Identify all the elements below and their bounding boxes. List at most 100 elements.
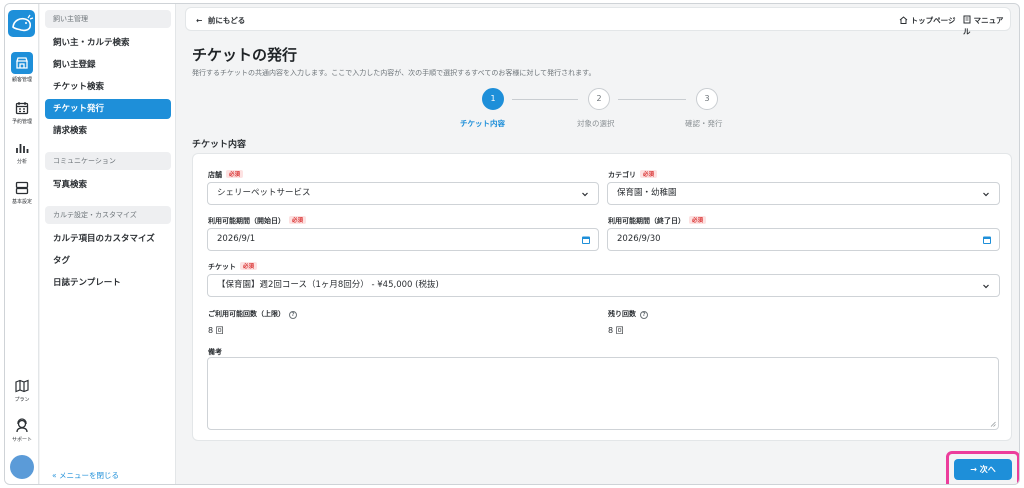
page-description: 発行するチケットの共通内容を入力します。ここで入力した内容が、次の手順で選択する…: [192, 69, 596, 77]
page-title: チケットの発行: [192, 46, 298, 64]
rail-item-support[interactable]: サポート: [5, 418, 39, 443]
resize-grip-icon[interactable]: [990, 421, 996, 427]
store-value: シェリーペットサービス: [217, 188, 311, 198]
back-label: 前にもどる: [207, 16, 246, 25]
limit-value: 8 回: [208, 326, 224, 335]
menu-section-communication: コミュニケーション: [45, 152, 171, 170]
collapse-menu-button[interactable]: « メニューを閉じる: [52, 470, 119, 481]
home-icon: [899, 16, 908, 24]
limit-label-text: ご利用可能回数（上限）: [208, 310, 285, 318]
step-3-label: 確認・発行: [685, 119, 723, 128]
book-icon: [963, 15, 971, 24]
end-date-input[interactable]: 2026/9/30: [607, 228, 1000, 251]
ticket-select[interactable]: 【保育園】週2回コース（1ヶ月8回分） - ¥45,000 (税抜): [207, 274, 1000, 297]
start-date-label: 利用可能期間（開始日） 必須: [208, 216, 307, 226]
ticket-value: 【保育園】週2回コース（1ヶ月8回分） - ¥45,000 (税抜): [217, 280, 439, 290]
start-date-input[interactable]: 2026/9/1: [207, 228, 599, 251]
menu-item-karte-customize[interactable]: カルテ項目のカスタマイズ: [45, 229, 171, 249]
rail-label: 顧客管理: [11, 77, 32, 83]
remaining-value: 8 回: [608, 326, 624, 335]
step-1-circle: 1: [482, 88, 504, 110]
top-page-label: トップページ: [910, 16, 956, 25]
ticket-label-text: チケット: [208, 263, 236, 271]
rail-label: 予約管理: [11, 119, 32, 125]
limit-label: ご利用可能回数（上限）?: [208, 309, 297, 319]
chevron-down-icon: [983, 192, 989, 197]
next-button-highlight: → 次へ: [946, 451, 1019, 484]
app-window: 顧客管理 予約管理 分析 基本設定 プラン サポート 飼い主管理 飼い主・カルテ…: [4, 3, 1020, 485]
store-label: 店舗 必須: [208, 170, 244, 180]
step-3-circle: 3: [696, 88, 718, 110]
rail-item-analytics[interactable]: 分析: [5, 140, 39, 165]
app-logo[interactable]: [8, 10, 35, 37]
rail-item-reservations[interactable]: 予約管理: [5, 100, 39, 125]
rail-label: 基本設定: [11, 199, 32, 205]
required-badge: 必須: [226, 170, 244, 178]
chevron-down-icon: [983, 284, 989, 289]
calendar-icon[interactable]: [581, 235, 591, 245]
menu-item-owner-register[interactable]: 飼い主登録: [45, 55, 171, 75]
rail-item-plan[interactable]: プラン: [5, 378, 39, 403]
remaining-label: 残り回数?: [608, 309, 648, 319]
required-badge: 必須: [240, 262, 258, 270]
memo-label: 備考: [208, 348, 222, 356]
menu-item-ticket-issue[interactable]: チケット発行: [45, 99, 171, 119]
rail-label: 分析: [16, 159, 27, 165]
arrow-left-icon: ←: [196, 16, 203, 25]
calendar-icon[interactable]: [982, 235, 992, 245]
rail-item-settings[interactable]: 基本設定: [5, 180, 39, 205]
memo-textarea[interactable]: [207, 357, 999, 430]
step-connector: [512, 99, 578, 100]
menu-item-owner-search[interactable]: 飼い主・カルテ検索: [45, 33, 171, 53]
calendar-icon: [15, 102, 29, 115]
step-2-label: 対象の選択: [577, 119, 615, 128]
category-value: 保育園・幼稚園: [617, 188, 677, 198]
help-icon[interactable]: ?: [640, 311, 648, 319]
remaining-label-text: 残り回数: [608, 310, 636, 318]
menu-section-karte-settings: カルテ設定・カスタマイズ: [45, 206, 171, 224]
store-label-text: 店舗: [208, 171, 222, 179]
logo-icon: [12, 14, 34, 32]
ticket-label: チケット 必須: [208, 262, 258, 272]
section-title: チケット内容: [192, 140, 247, 150]
category-select[interactable]: 保育園・幼稚園: [607, 182, 1000, 205]
manual-link[interactable]: マニュアル: [963, 15, 1010, 37]
rail-label: プラン: [14, 397, 30, 403]
user-avatar[interactable]: [10, 455, 34, 479]
back-button[interactable]: ← 前にもどる: [196, 15, 245, 26]
menu-item-tags[interactable]: タグ: [45, 251, 171, 271]
map-icon: [15, 379, 29, 393]
menu-item-invoice-search[interactable]: 請求検索: [45, 121, 171, 141]
store-select[interactable]: シェリーペットサービス: [207, 182, 599, 205]
rail-item-customers[interactable]: 顧客管理: [5, 52, 39, 83]
menu-item-photo-search[interactable]: 写真検索: [45, 175, 171, 195]
shop-icon: [16, 57, 28, 69]
stepper: 1 2 3 チケット内容 対象の選択 確認・発行: [457, 84, 757, 130]
start-date-value: 2026/9/1: [217, 234, 256, 244]
end-date-label: 利用可能期間（終了日） 必須: [608, 216, 707, 226]
help-icon[interactable]: ?: [289, 311, 297, 319]
icon-rail: 顧客管理 予約管理 分析 基本設定 プラン サポート: [5, 4, 39, 484]
support-agent-icon: [16, 418, 28, 433]
menu-item-journal-template[interactable]: 日誌テンプレート: [45, 273, 171, 293]
step-1-label: チケット内容: [460, 119, 505, 128]
storage-icon: [15, 181, 29, 195]
top-page-link[interactable]: トップページ: [899, 15, 955, 26]
step-2-circle: 2: [588, 88, 610, 110]
menu-section-owners: 飼い主管理: [45, 10, 171, 28]
required-badge: 必須: [640, 170, 658, 178]
rail-label: サポート: [11, 437, 32, 443]
required-badge: 必須: [289, 216, 307, 224]
category-label-text: カテゴリ: [608, 171, 636, 179]
next-button[interactable]: → 次へ: [954, 459, 1012, 480]
step-connector: [618, 99, 686, 100]
bar-chart-icon: [16, 144, 29, 153]
ticket-form-card: 店舗 必須 シェリーペットサービス カテゴリ 必須 保育園・幼稚園 利用可能期間（開…: [192, 153, 1012, 441]
chevron-down-icon: [582, 192, 588, 197]
end-date-value: 2026/9/30: [617, 234, 661, 244]
category-label: カテゴリ 必須: [608, 170, 658, 180]
menu-item-ticket-search[interactable]: チケット検索: [45, 77, 171, 97]
required-badge: 必須: [689, 216, 707, 224]
end-date-label-text: 利用可能期間（終了日）: [608, 217, 685, 225]
main-content: ← 前にもどる トップページ マニュアル チケットの発行 発行するチケットの共通…: [177, 4, 1019, 484]
